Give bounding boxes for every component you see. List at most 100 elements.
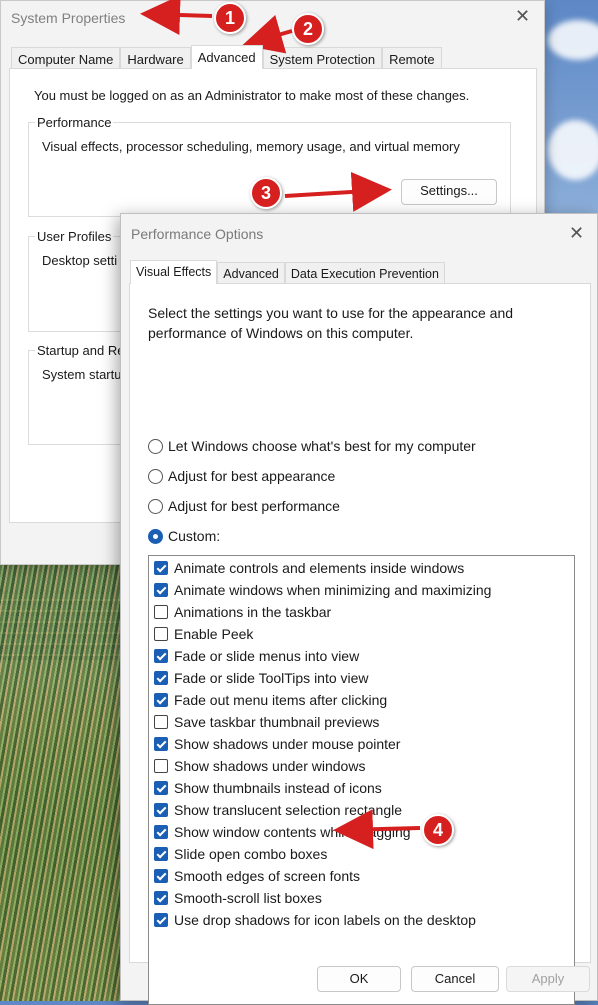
- radio-button[interactable]: [148, 438, 163, 454]
- radio-label: Let Windows choose what's best for my co…: [168, 438, 476, 454]
- effect-list-item[interactable]: Show shadows under mouse pointer: [154, 734, 400, 754]
- effect-label: Fade or slide ToolTips into view: [174, 670, 369, 686]
- admin-message: You must be logged on as an Administrato…: [34, 88, 470, 103]
- effect-checkbox[interactable]: [154, 715, 168, 729]
- effect-label: Show shadows under windows: [174, 758, 366, 774]
- effect-checkbox[interactable]: [154, 803, 168, 817]
- effect-label: Animate windows when minimizing and maxi…: [174, 582, 492, 598]
- effect-label: Fade or slide menus into view: [174, 648, 360, 664]
- effect-label: Show thumbnails instead of icons: [174, 780, 382, 796]
- effect-checkbox[interactable]: [154, 671, 168, 685]
- effect-list-item[interactable]: Slide open combo boxes: [154, 844, 327, 864]
- startup-recovery-label: Startup and Re: [35, 343, 127, 358]
- effect-checkbox[interactable]: [154, 781, 168, 795]
- performance-options-window: Performance Options ✕ Visual Effects Adv…: [120, 213, 598, 1005]
- radio-best-performance[interactable]: Adjust for best performance: [148, 498, 340, 514]
- tab-computer-name[interactable]: Computer Name: [11, 47, 121, 69]
- tab-data-execution-prevention[interactable]: Data Execution Prevention: [284, 262, 445, 284]
- visual-effects-page: Select the settings you want to use for …: [129, 283, 591, 1005]
- background-grass: [0, 561, 130, 1001]
- effect-checkbox[interactable]: [154, 693, 168, 707]
- close-icon[interactable]: ✕: [515, 6, 530, 27]
- annotation-badge-3: 3: [250, 177, 282, 209]
- effect-label: Save taskbar thumbnail previews: [174, 714, 380, 730]
- effect-label: Show window contents while dragging: [174, 824, 411, 840]
- ok-button[interactable]: OK: [317, 966, 401, 992]
- effect-list-item[interactable]: Fade or slide menus into view: [154, 646, 359, 666]
- tab-advanced[interactable]: Advanced: [217, 262, 285, 284]
- effect-checkbox[interactable]: [154, 583, 168, 597]
- user-profiles-description: Desktop setti: [42, 253, 118, 268]
- radio-button[interactable]: [148, 528, 163, 544]
- visual-effects-listbox[interactable]: Animate controls and elements inside win…: [148, 555, 575, 1005]
- effect-list-item[interactable]: Save taskbar thumbnail previews: [154, 712, 379, 732]
- effect-checkbox[interactable]: [154, 649, 168, 663]
- visual-effects-description: Select the settings you want to use for …: [148, 305, 514, 341]
- annotation-badge-4: 4: [422, 814, 454, 846]
- effect-list-item[interactable]: Smooth edges of screen fonts: [154, 866, 360, 886]
- startup-description: System startup: [42, 367, 129, 382]
- tab-system-protection[interactable]: System Protection: [262, 47, 383, 69]
- performance-options-tabs: Visual Effects Advanced Data Execution P…: [130, 260, 445, 284]
- background-cloud: [548, 120, 598, 180]
- radio-let-windows-choose[interactable]: Let Windows choose what's best for my co…: [148, 438, 476, 454]
- radio-best-appearance[interactable]: Adjust for best appearance: [148, 468, 335, 484]
- effect-checkbox[interactable]: [154, 825, 168, 839]
- radio-button[interactable]: [148, 468, 163, 484]
- annotation-badge-1: 1: [214, 2, 246, 34]
- effect-label: Show shadows under mouse pointer: [174, 736, 401, 752]
- effect-label: Slide open combo boxes: [174, 846, 328, 862]
- effect-list-item[interactable]: Smooth-scroll list boxes: [154, 888, 322, 908]
- radio-custom[interactable]: Custom:: [148, 528, 220, 544]
- effect-list-item[interactable]: Animate windows when minimizing and maxi…: [154, 580, 491, 600]
- cancel-button[interactable]: Cancel: [411, 966, 499, 992]
- effect-checkbox[interactable]: [154, 913, 168, 927]
- close-icon[interactable]: ✕: [569, 223, 584, 244]
- effect-list-item[interactable]: Fade or slide ToolTips into view: [154, 668, 369, 688]
- system-properties-tabs: Computer Name Hardware Advanced System P…: [11, 45, 442, 69]
- effect-label: Enable Peek: [174, 626, 254, 642]
- tab-hardware[interactable]: Hardware: [120, 47, 191, 69]
- effect-list-item[interactable]: Enable Peek: [154, 624, 253, 644]
- effect-list-item[interactable]: Use drop shadows for icon labels on the …: [154, 910, 476, 930]
- effect-label: Animations in the taskbar: [174, 604, 332, 620]
- effect-label: Use drop shadows for icon labels on the …: [174, 912, 476, 928]
- settings-button[interactable]: Settings...: [401, 179, 497, 205]
- effect-list-item[interactable]: Animations in the taskbar: [154, 602, 331, 622]
- performance-label: Performance: [35, 115, 114, 130]
- effect-checkbox[interactable]: [154, 891, 168, 905]
- effect-list-item[interactable]: Show thumbnails instead of icons: [154, 778, 382, 798]
- apply-button[interactable]: Apply: [506, 966, 590, 992]
- effect-list-item[interactable]: Fade out menu items after clicking: [154, 690, 387, 710]
- effect-checkbox[interactable]: [154, 605, 168, 619]
- effect-list-item[interactable]: Show shadows under windows: [154, 756, 365, 776]
- effect-label: Smooth-scroll list boxes: [174, 890, 322, 906]
- effect-checkbox[interactable]: [154, 737, 168, 751]
- annotation-badge-2: 2: [292, 13, 324, 45]
- system-properties-titlebar[interactable]: System Properties ✕: [1, 1, 544, 35]
- radio-button[interactable]: [148, 498, 163, 514]
- effect-checkbox[interactable]: [154, 627, 168, 641]
- effect-list-item[interactable]: Show window contents while dragging: [154, 822, 411, 842]
- performance-options-title: Performance Options: [131, 226, 264, 242]
- effect-checkbox[interactable]: [154, 561, 168, 575]
- background-cloud: [548, 20, 598, 60]
- effect-checkbox[interactable]: [154, 869, 168, 883]
- effect-label: Smooth edges of screen fonts: [174, 868, 360, 884]
- tab-remote[interactable]: Remote: [382, 47, 442, 69]
- effect-checkbox[interactable]: [154, 759, 168, 773]
- effect-list-item[interactable]: Show translucent selection rectangle: [154, 800, 402, 820]
- effect-label: Show translucent selection rectangle: [174, 802, 403, 818]
- effect-checkbox[interactable]: [154, 847, 168, 861]
- tab-visual-effects[interactable]: Visual Effects: [130, 260, 218, 284]
- effect-list-item[interactable]: Animate controls and elements inside win…: [154, 558, 464, 578]
- effect-label: Animate controls and elements inside win…: [174, 560, 465, 576]
- effect-label: Fade out menu items after clicking: [174, 692, 388, 708]
- performance-description: Visual effects, processor scheduling, me…: [42, 139, 460, 154]
- user-profiles-label: User Profiles: [35, 229, 114, 244]
- radio-label: Adjust for best appearance: [168, 468, 336, 484]
- tab-advanced[interactable]: Advanced: [190, 45, 263, 69]
- radio-label: Custom:: [168, 528, 221, 544]
- window-title: System Properties: [11, 10, 126, 26]
- radio-label: Adjust for best performance: [168, 498, 340, 514]
